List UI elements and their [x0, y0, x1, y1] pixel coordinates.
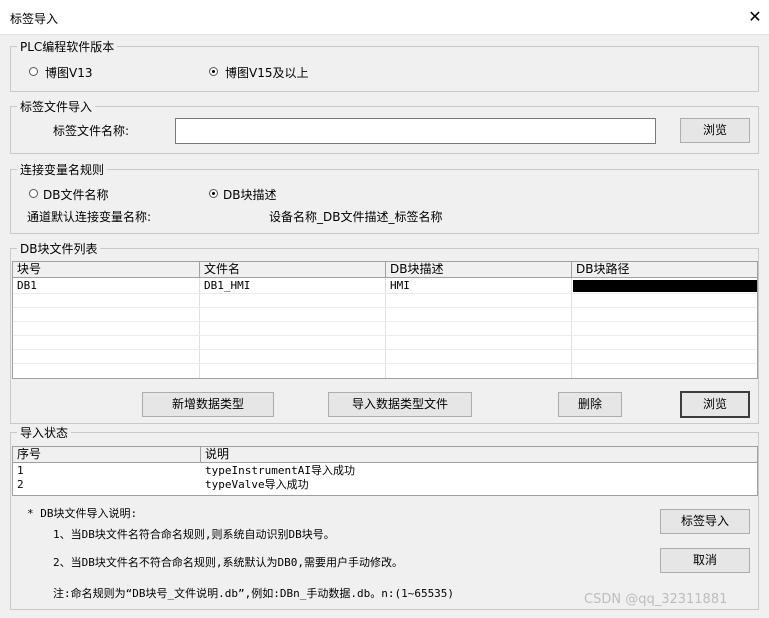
- radio-v13[interactable]: [29, 67, 38, 76]
- grid-hline: [13, 321, 757, 322]
- status-row-text[interactable]: typeInstrumentAI导入成功: [201, 464, 355, 478]
- db-row-path-redacted: [573, 280, 757, 292]
- cancel-button[interactable]: 取消: [660, 548, 750, 573]
- db-browse-button[interactable]: 浏览: [680, 391, 750, 418]
- db-list-group: DB块文件列表 块号 文件名 DB块描述 DB块路径 DB1 DB1_HMI H…: [10, 240, 759, 424]
- col-header-file[interactable]: 文件名: [200, 262, 386, 278]
- radio-v15-label[interactable]: 博图V15及以上: [225, 64, 308, 81]
- default-var-value: 设备名称_DB文件描述_标签名称: [269, 210, 443, 224]
- tag-browse-button[interactable]: 浏览: [680, 118, 750, 143]
- plc-version-legend: PLC编程软件版本: [17, 38, 118, 55]
- grid-hline: [13, 363, 757, 364]
- grid-hline: [13, 349, 757, 350]
- title-bar: 标签导入 ✕: [0, 0, 769, 35]
- status-row-no[interactable]: 1: [13, 464, 24, 478]
- import-data-type-button[interactable]: 导入数据类型文件: [328, 392, 472, 417]
- radio-db-filename[interactable]: [29, 189, 38, 198]
- grid-hline: [13, 335, 757, 336]
- db-list-legend: DB块文件列表: [17, 240, 101, 257]
- radio-db-desc-label[interactable]: DB块描述: [223, 186, 276, 203]
- status-row-no[interactable]: 2: [13, 478, 24, 492]
- delete-button[interactable]: 删除: [558, 392, 622, 417]
- tag-file-label: 标签文件名称:: [53, 124, 130, 138]
- notes-heading: * DB块文件导入说明:: [27, 507, 138, 520]
- default-var-label: 通道默认连接变量名称:: [27, 210, 152, 224]
- status-row-text[interactable]: typeValve导入成功: [201, 478, 309, 492]
- window-title: 标签导入: [10, 12, 59, 26]
- radio-db-filename-label[interactable]: DB文件名称: [43, 186, 108, 203]
- radio-v13-label[interactable]: 博图V13: [45, 64, 92, 81]
- db-list-table[interactable]: 块号 文件名 DB块描述 DB块路径 DB1 DB1_HMI HMI: [12, 261, 758, 379]
- grid-hline: [13, 307, 757, 308]
- db-row-file[interactable]: DB1_HMI: [200, 279, 250, 293]
- import-status-group: 导入状态 序号 说明 1 typeInstrumentAI导入成功 2 type…: [10, 424, 759, 610]
- close-icon[interactable]: ✕: [744, 6, 766, 28]
- plc-version-group: PLC编程软件版本 博图V13 博图V15及以上: [10, 38, 759, 92]
- status-col-no[interactable]: 序号: [13, 447, 201, 463]
- col-header-block[interactable]: 块号: [13, 262, 200, 278]
- tag-import-group: 标签文件导入 标签文件名称: 浏览: [10, 98, 759, 154]
- notes-line1: 1、当DB块文件名符合命名规则,则系统自动识别DB块号。: [53, 528, 335, 541]
- naming-rule-group: 连接变量名规则 DB文件名称 DB块描述 通道默认连接变量名称: 设备名称_DB…: [10, 161, 759, 234]
- naming-rule-legend: 连接变量名规则: [17, 161, 108, 178]
- grid-hline: [13, 293, 757, 294]
- tag-import-button[interactable]: 标签导入: [660, 509, 750, 534]
- db-row-desc[interactable]: HMI: [386, 279, 410, 293]
- add-data-type-button[interactable]: 新增数据类型: [142, 392, 274, 417]
- tag-file-input[interactable]: [175, 118, 656, 144]
- status-col-desc[interactable]: 说明: [201, 447, 757, 463]
- radio-v15[interactable]: [209, 67, 218, 76]
- notes-line3: 注:命名规则为“DB块号_文件说明.db”,例如:DBn_手动数据.db。n:(…: [53, 587, 455, 600]
- tag-import-legend: 标签文件导入: [17, 98, 96, 115]
- notes-line2: 2、当DB块文件名不符合命名规则,系统默认为DB0,需要用户手动修改。: [53, 556, 403, 569]
- radio-db-desc[interactable]: [209, 189, 218, 198]
- col-header-desc[interactable]: DB块描述: [386, 262, 572, 278]
- col-header-path[interactable]: DB块路径: [572, 262, 757, 278]
- watermark: CSDN @qq_32311881: [584, 592, 728, 607]
- status-table[interactable]: 序号 说明 1 typeInstrumentAI导入成功 2 typeValve…: [12, 446, 758, 496]
- import-status-legend: 导入状态: [17, 424, 72, 441]
- db-row-block[interactable]: DB1: [13, 279, 37, 293]
